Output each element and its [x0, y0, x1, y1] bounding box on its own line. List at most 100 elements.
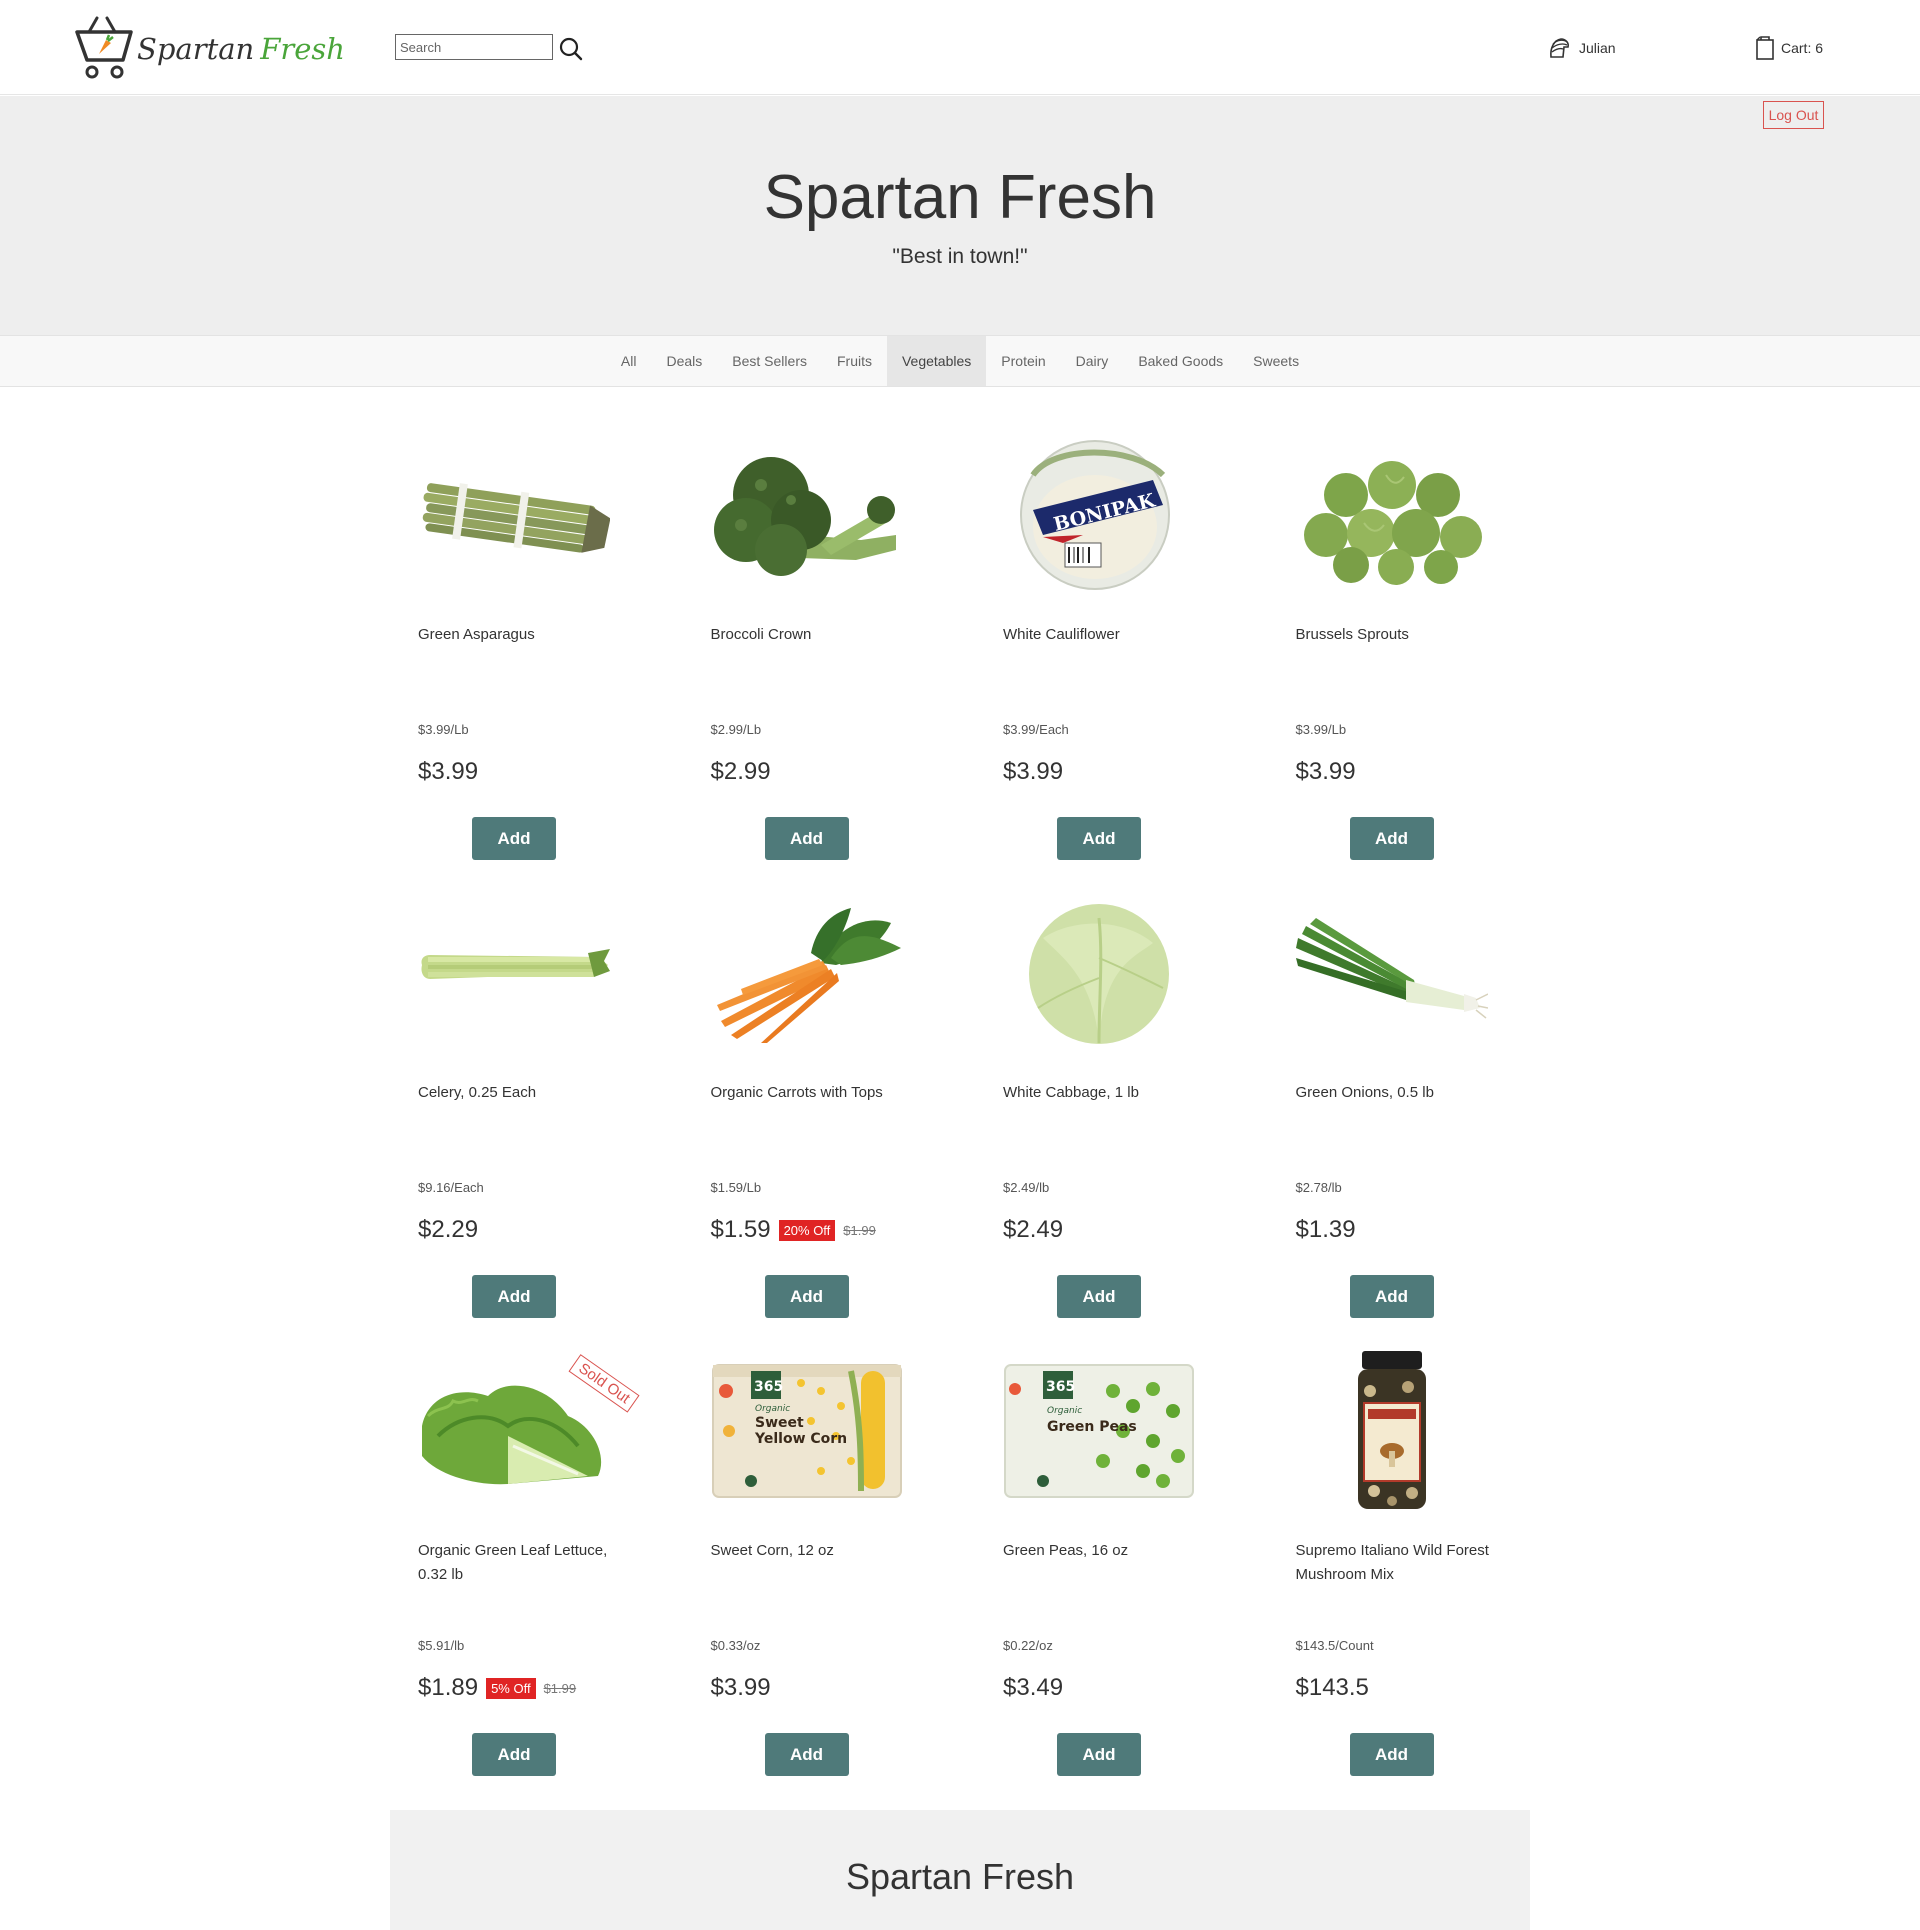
green-peas-bag-image[interactable]: 365 Organic Green Peas — [1003, 1351, 1195, 1511]
asparagus-image[interactable] — [418, 435, 610, 595]
product-price: $1.39 — [1295, 1216, 1356, 1243]
product-price: $3.49 — [1003, 1674, 1064, 1701]
product-name[interactable]: Sweet Corn, 12 oz — [711, 1539, 911, 1563]
logo-word-fresh: Fresh — [260, 32, 345, 66]
logout-button[interactable]: Log Out — [1763, 101, 1824, 129]
product-price: $3.99 — [418, 758, 479, 785]
unit-price: $9.16/Each — [418, 1180, 484, 1195]
add-to-cart-button[interactable]: Add — [1349, 1275, 1434, 1318]
product-name[interactable]: Green Peas, 16 oz — [1003, 1539, 1203, 1563]
yellow-corn-label-text: Yellow Corn — [754, 1431, 847, 1447]
product-grid: Green Asparagus $3.99/Lb $3.99 Add Brocc… — [390, 435, 1530, 1809]
footer: Spartan Fresh — [390, 1810, 1530, 1930]
product-card: Green Onions, 0.5 lb $2.78/lb $1.39 Add — [1268, 893, 1561, 1351]
tab-dairy[interactable]: Dairy — [1061, 336, 1124, 386]
price-row: $3.49 — [1003, 1674, 1063, 1702]
product-price: $2.99 — [710, 758, 771, 785]
price-row: $2.99 — [711, 758, 771, 786]
discount-badge: 5% Off — [486, 1677, 536, 1699]
unit-price: $143.5/Count — [1295, 1638, 1374, 1653]
user-account[interactable]: Julian — [1547, 35, 1616, 61]
organic-label-text: Organic — [755, 1404, 790, 1414]
unit-price: $0.33/oz — [710, 1638, 761, 1653]
top-navbar: SpartanFresh Julian Cart: 6 — [0, 0, 1920, 95]
sweet-label-text: Sweet — [755, 1415, 804, 1431]
product-card: Celery, 0.25 Each $9.16/Each $2.29 Add — [390, 893, 683, 1351]
price-row: $3.99 — [1003, 758, 1063, 786]
footer-title: Spartan Fresh — [845, 1856, 1075, 1897]
tab-all[interactable]: All — [606, 336, 652, 386]
cart-link[interactable]: Cart: 6 — [1755, 35, 1823, 61]
product-card: Sold Out Organic Green Leaf Lettuce, 0.3… — [390, 1351, 683, 1809]
product-name[interactable]: White Cabbage, 1 lb — [1003, 1081, 1203, 1105]
product-name[interactable]: Green Asparagus — [418, 623, 618, 647]
product-card: 365 Organic Sweet Yellow Corn Sweet Corn… — [683, 1351, 976, 1809]
broccoli-image[interactable] — [711, 435, 903, 595]
search-input[interactable] — [395, 34, 553, 60]
hero-subtitle: "Best in town!" — [892, 245, 1028, 268]
sweet-corn-bag-image[interactable]: 365 Organic Sweet Yellow Corn — [711, 1351, 903, 1511]
add-to-cart-button[interactable]: Add — [472, 817, 556, 860]
unit-price: $3.99/Each — [1003, 722, 1069, 737]
add-to-cart-button[interactable]: Add — [472, 1275, 556, 1318]
product-card: Supremo Italiano Wild Forest Mushroom Mi… — [1268, 1351, 1561, 1809]
add-to-cart-button[interactable]: Add — [1349, 1733, 1434, 1776]
cauliflower-image[interactable]: BONIPAK — [1003, 435, 1195, 595]
price-row: $1.39 — [1296, 1216, 1356, 1244]
add-to-cart-button[interactable]: Add — [764, 1275, 849, 1318]
hero-title: Spartan Fresh — [763, 163, 1157, 232]
product-name[interactable]: White Cauliflower — [1003, 623, 1203, 647]
site-logo[interactable]: Spartan Fresh — [75, 14, 345, 80]
search-icon[interactable] — [558, 36, 584, 62]
tab-baked-goods[interactable]: Baked Goods — [1123, 336, 1238, 386]
price-row: $3.99 — [418, 758, 478, 786]
product-card: Organic Carrots with Tops $1.59/Lb $1.59… — [683, 893, 976, 1351]
tab-best-sellers[interactable]: Best Sellers — [717, 336, 822, 386]
add-to-cart-button[interactable]: Add — [1057, 817, 1141, 860]
category-nav: All Deals Best Sellers Fruits Vegetables… — [0, 335, 1920, 387]
add-to-cart-button[interactable]: Add — [472, 1733, 556, 1776]
product-card: White Cabbage, 1 lb $2.49/lb $2.49 Add — [975, 893, 1268, 1351]
tab-vegetables[interactable]: Vegetables — [886, 336, 987, 386]
product-name[interactable]: Celery, 0.25 Each — [418, 1081, 618, 1105]
price-row: $2.29 — [418, 1216, 478, 1244]
celery-image[interactable] — [418, 893, 610, 1053]
basket-cart-icon — [75, 16, 133, 79]
tab-deals[interactable]: Deals — [651, 336, 717, 386]
add-to-cart-button[interactable]: Add — [764, 817, 849, 860]
mushroom-jar-image[interactable] — [1296, 1351, 1488, 1511]
tab-protein[interactable]: Protein — [986, 336, 1060, 386]
price-row: $1.89 5% Off $1.99 — [418, 1674, 576, 1702]
product-name[interactable]: Broccoli Crown — [711, 623, 911, 647]
product-name[interactable]: Organic Carrots with Tops — [711, 1081, 911, 1105]
tab-sweets[interactable]: Sweets — [1238, 336, 1314, 386]
cabbage-image[interactable] — [1003, 893, 1195, 1053]
organic-label-text: Organic — [1047, 1406, 1082, 1416]
discount-badge: 20% Off — [778, 1219, 836, 1241]
add-to-cart-button[interactable]: Add — [764, 1733, 849, 1776]
brand-365-text: 365 — [1046, 1379, 1075, 1395]
add-to-cart-button[interactable]: Add — [1057, 1275, 1141, 1318]
product-card: 365 Organic Green Peas Green Peas, 16 oz… — [975, 1351, 1268, 1809]
product-name[interactable]: Green Onions, 0.5 lb — [1296, 1081, 1496, 1105]
product-price: $3.99 — [1295, 758, 1356, 785]
brussels-sprouts-image[interactable] — [1296, 435, 1488, 595]
unit-price: $2.99/Lb — [710, 722, 762, 737]
product-name[interactable]: Brussels Sprouts — [1296, 623, 1496, 647]
unit-price: $2.49/lb — [1003, 1180, 1050, 1195]
shopping-bag-icon — [1756, 36, 1774, 60]
tab-fruits[interactable]: Fruits — [822, 336, 887, 386]
product-price: $3.99 — [710, 1674, 771, 1701]
unit-price: $2.78/lb — [1295, 1180, 1342, 1195]
price-row: $2.49 — [1003, 1216, 1063, 1244]
add-to-cart-button[interactable]: Add — [1349, 817, 1434, 860]
green-onions-image[interactable] — [1295, 893, 1488, 1053]
cart-count: Cart: 6 — [1781, 40, 1824, 56]
carrots-image[interactable] — [711, 893, 903, 1053]
product-card: BONIPAK White Cauliflower $3.99/Each $3.… — [975, 435, 1268, 893]
product-name[interactable]: Supremo Italiano Wild Forest Mushroom Mi… — [1296, 1539, 1496, 1587]
add-to-cart-button[interactable]: Add — [1057, 1733, 1141, 1776]
product-name[interactable]: Organic Green Leaf Lettuce, 0.32 lb — [418, 1539, 618, 1587]
spartan-helmet-icon — [1550, 38, 1569, 58]
product-card: Green Asparagus $3.99/Lb $3.99 Add — [390, 435, 683, 893]
